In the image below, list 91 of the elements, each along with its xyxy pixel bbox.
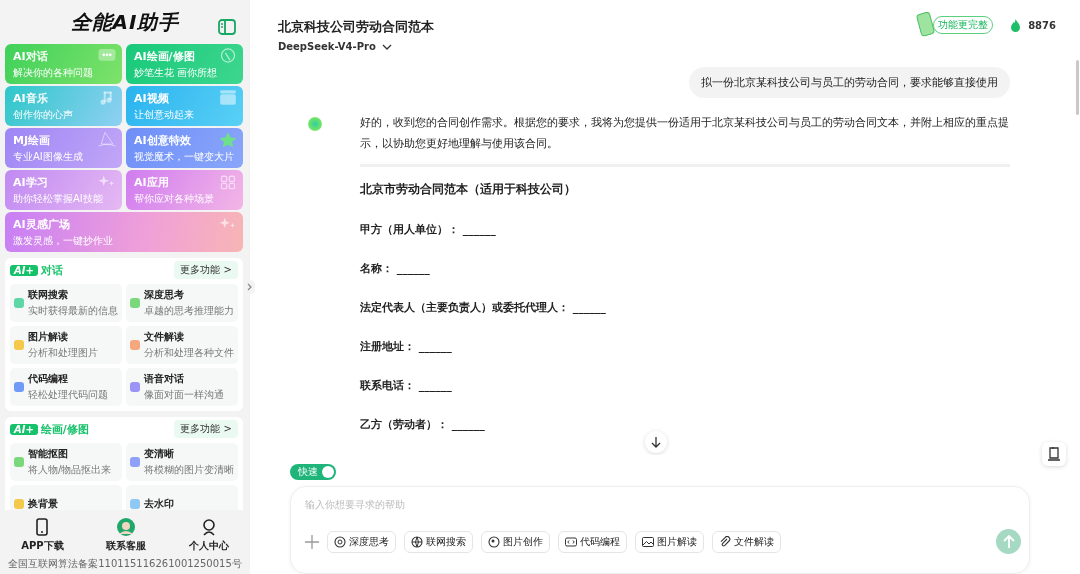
grid-icon [218,173,238,190]
arrow-down-icon [651,435,661,448]
icp-record: 全国互联网算法备案110115116261001250015号 [8,557,242,571]
star-icon [218,131,238,148]
arrow-up-icon [1002,534,1015,549]
tool-title: 深度思考 [144,288,185,302]
ai-plus-badge: AI+ [10,264,38,276]
contract-field: 注册地址： ______ [360,338,1010,354]
more-link[interactable]: 更多功能 > [174,420,238,438]
nav-item[interactable]: APP下载 [21,518,64,553]
tool-chip[interactable]: 深度思考 [327,530,396,553]
tool-chip[interactable]: 文件解读 [712,530,781,553]
contract-field: 法定代表人（主要负责人）或委托代理人： ______ [360,299,1010,315]
tool-title: 图片解读 [28,330,69,344]
tool-description: 像面对面一样沟通 [144,388,224,402]
logo: 全能AI助手 [70,8,180,36]
tool-chip[interactable]: 图片解读 [635,530,704,553]
clapperboard-icon [218,89,238,106]
note-icon [1047,446,1061,462]
tool-icon [130,340,140,350]
tool-description: 将模糊的图片变清晰 [144,463,234,477]
tool-item[interactable]: 联网搜索 实时获得最新的信息 [10,284,122,322]
tool-chip[interactable]: 联网搜索 [404,530,473,553]
tool-title: 代码编程 [28,372,69,386]
collapse-handle[interactable] [245,280,255,294]
tool-icon [14,382,24,392]
contract-field: 名称： ______ [360,260,1010,276]
tool-icon [130,298,140,308]
plus-icon[interactable] [305,534,319,549]
chevron-right-icon [247,283,253,291]
tool-item[interactable]: 图片解读 分析和处理图片 [10,326,122,364]
flame-icon [1010,18,1022,32]
tool-title: 变清晰 [144,447,175,461]
tool-icon [130,457,140,467]
phone-promo-icon [916,12,937,38]
tool-description: 实时获得最新的信息 [28,304,118,318]
avatar-icon [117,518,136,536]
paperclip-icon [719,535,731,548]
notes-button[interactable] [1042,442,1066,466]
more-link[interactable]: 更多功能 > [174,261,238,279]
tool-item[interactable]: 智能抠图 将人物/物品抠出来 [10,443,122,481]
tool-description: 分析和处理各种文件 [144,346,234,360]
assistant-avatar [308,116,322,131]
tool-icon [14,298,24,308]
tool-item[interactable]: 换背景 [10,485,122,510]
tool-icon [130,382,140,392]
assistant-message: 好的，收到您的合同创作需求。根据您的要求，我将为您提供一份适用于北京某科技公司与员工的劳动合同文本，并附上相应的重点提示，以协助您更好地理解与使用该合同。 [360,111,1010,167]
tool-item[interactable]: 去水印 [126,485,238,510]
document-heading: 北京市劳动合同范本（适用于科技公司） [360,180,577,198]
tool-title: 语音对话 [144,372,185,386]
user-message: 拟一份北京某科技公司与员工的劳动合同，要求能够直接使用 [689,66,1010,98]
nav-item[interactable]: 联系客服 [106,518,147,553]
section-title: 绘画/修图 [40,421,89,437]
tool-chip[interactable]: 代码编程 [558,530,627,553]
tool-item[interactable]: 文件解读 分析和处理各种文件 [126,326,238,364]
model-selector[interactable]: DeepSeek-V4-Pro [278,41,434,52]
tool-item[interactable]: 语音对话 像面对面一样沟通 [126,368,238,406]
code-icon [565,535,577,548]
tool-description: 轻松处理代码问题 [28,388,108,402]
tool-icon [14,340,24,350]
tool-title: 联网搜索 [28,288,69,302]
ai-plus-badge: AI+ [10,423,38,435]
tool-icon [14,457,24,467]
section-title: 对话 [40,262,63,278]
image-icon [642,535,654,548]
tool-description: 卓越的思考推理能力 [144,304,234,318]
tool-description: 将人物/物品抠出来 [28,463,112,477]
chat-title: 北京科技公司劳动合同范本 [278,18,434,36]
tool-item[interactable]: 深度思考 卓越的思考推理能力 [126,284,238,322]
contract-field: 甲方（用人单位）： ______ [360,221,1010,237]
globe-icon [411,535,423,548]
tool-item[interactable]: 代码编程 轻松处理代码问题 [10,368,122,406]
tool-title: 智能抠图 [28,447,69,461]
points-count: 8876 [1028,19,1056,31]
contract-field: 乙方（劳动者）： ______ [360,416,1010,432]
tool-title: 换背景 [28,497,58,510]
tool-description: 分析和处理图片 [28,346,98,360]
tool-title: 文件解读 [144,330,185,344]
tool-title: 去水印 [144,497,174,510]
tool-chip[interactable]: 图片创作 [481,530,550,553]
scroll-down-button[interactable] [645,430,667,453]
sidebar-toggle-icon[interactable] [218,19,236,35]
user-icon [200,518,217,536]
contract-field: 联系电话： ______ [360,377,1010,393]
chat-bubble-icon [97,47,117,64]
nav-item[interactable]: 个人中心 [188,518,229,553]
tool-item[interactable]: 变清晰 将模糊的图片变清晰 [126,443,238,481]
phone-icon [35,518,50,536]
tool-icon [130,499,140,509]
chevron-down-icon [381,43,392,50]
tool-icon [14,499,24,509]
